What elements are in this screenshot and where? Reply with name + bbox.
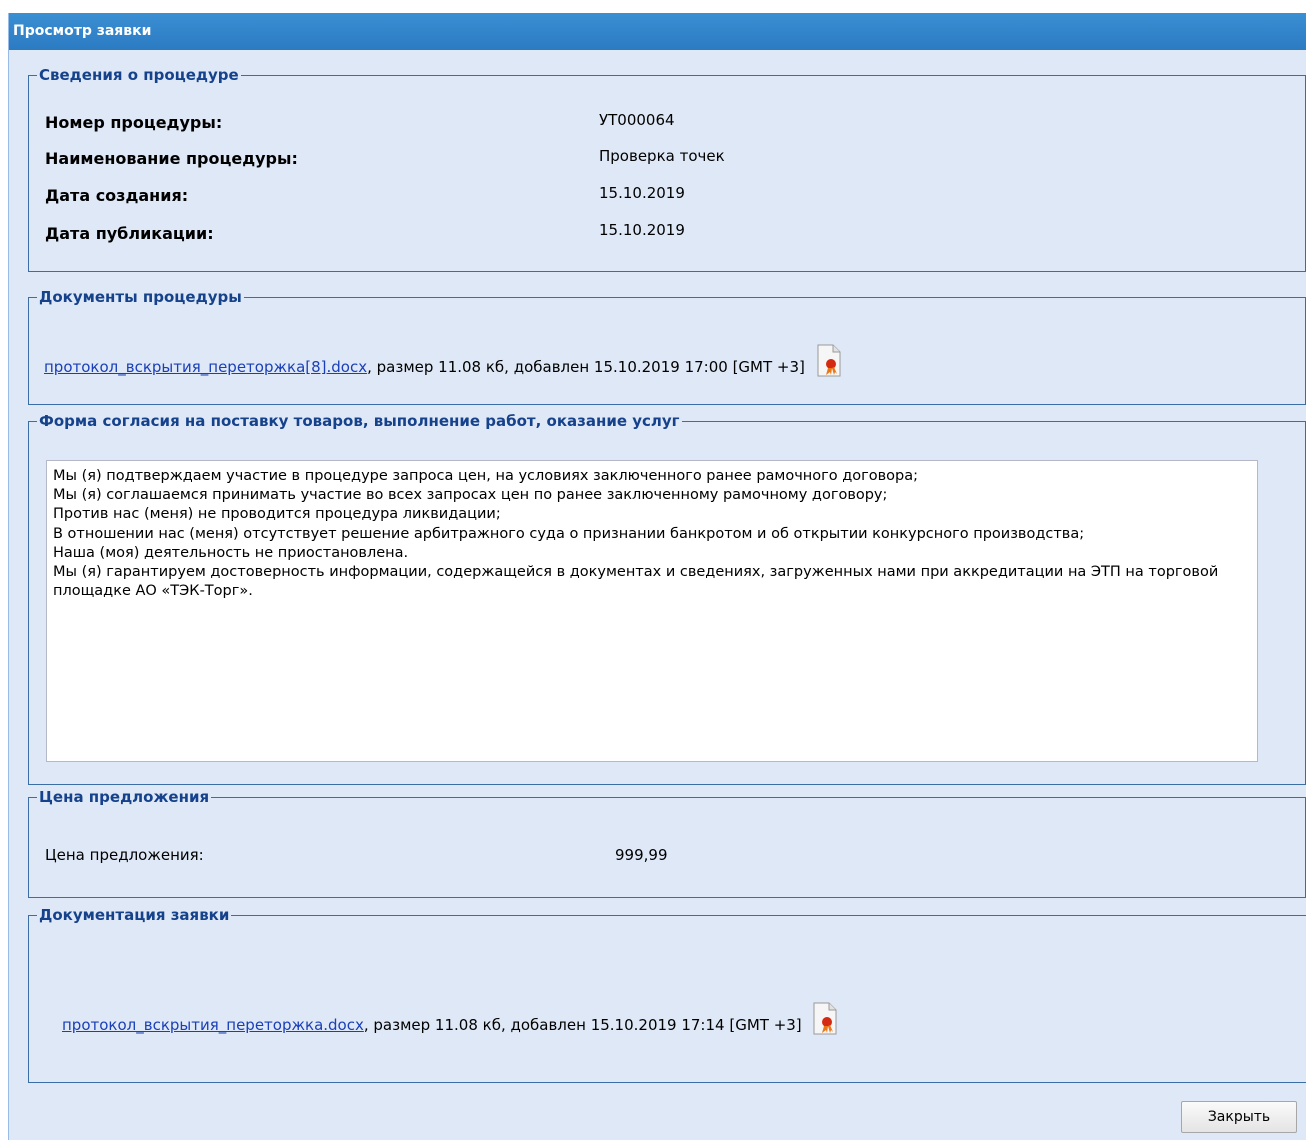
signed-document-icon[interactable] xyxy=(816,344,842,378)
offer-price-label: Цена предложения: xyxy=(45,846,204,864)
procedure-info-section: Сведения о процедуре Номер процедуры: УТ… xyxy=(28,65,1306,272)
publication-date-value: 15.10.2019 xyxy=(599,221,685,239)
procedure-number-value: УТ000064 xyxy=(599,111,675,129)
consent-form-legend: Форма согласия на поставку товаров, выпо… xyxy=(37,411,682,431)
procedure-number-label: Номер процедуры: xyxy=(45,113,223,132)
procedure-doc-line: протокол_вскрытия_переторжка[8].docx, ра… xyxy=(44,344,842,378)
procedure-docs-section: Документы процедуры протокол_вскрытия_пе… xyxy=(28,287,1306,405)
procedure-docs-legend: Документы процедуры xyxy=(37,287,244,307)
creation-date-value: 15.10.2019 xyxy=(599,184,685,202)
offer-price-section: Цена предложения Цена предложения: 999,9… xyxy=(28,787,1306,898)
procedure-name-value: Проверка точек xyxy=(599,147,725,165)
procedure-doc-link[interactable]: протокол_вскрытия_переторжка[8].docx xyxy=(44,358,367,376)
procedure-doc-details: , размер 11.08 кб, добавлен 15.10.2019 1… xyxy=(367,358,805,376)
close-button[interactable]: Закрыть xyxy=(1181,1101,1297,1133)
application-docs-legend: Документация заявки xyxy=(37,905,232,925)
offer-price-legend: Цена предложения xyxy=(37,787,212,807)
procedure-info-legend: Сведения о процедуре xyxy=(37,65,241,85)
application-doc-link[interactable]: протокол_вскрытия_переторжка.docx xyxy=(62,1016,364,1034)
offer-price-value: 999,99 xyxy=(615,846,668,864)
publication-date-label: Дата публикации: xyxy=(45,224,214,243)
consent-form-textarea[interactable]: Мы (я) подтверждаем участие в процедуре … xyxy=(46,460,1258,762)
signed-document-icon[interactable] xyxy=(812,1002,838,1036)
application-doc-line: протокол_вскрытия_переторжка.docx, разме… xyxy=(62,1002,838,1036)
application-view-window: Просмотр заявки Сведения о процедуре Ном… xyxy=(8,13,1306,1140)
window-title: Просмотр заявки xyxy=(9,13,1306,50)
creation-date-label: Дата создания: xyxy=(45,186,189,205)
procedure-name-label: Наименование процедуры: xyxy=(45,149,298,168)
application-doc-details: , размер 11.08 кб, добавлен 15.10.2019 1… xyxy=(363,1016,802,1034)
application-docs-section: Документация заявки протокол_вскрытия_пе… xyxy=(28,905,1306,1083)
consent-form-section: Форма согласия на поставку товаров, выпо… xyxy=(28,411,1306,785)
